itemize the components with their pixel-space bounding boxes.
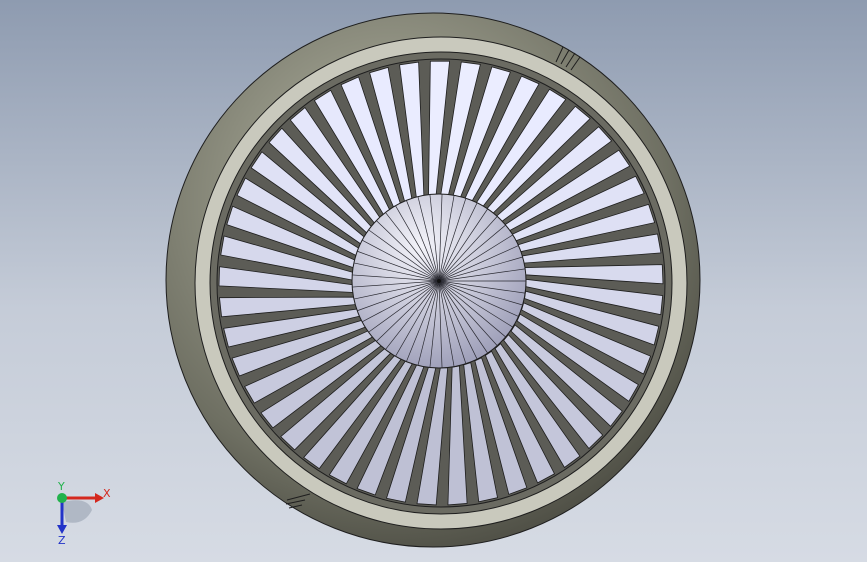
z-axis-arrowhead <box>57 525 67 534</box>
hub-center <box>437 279 441 283</box>
y-axis-dot <box>57 493 67 503</box>
y-axis-label: Y <box>57 480 65 493</box>
graphics-viewport[interactable]: X Y Z <box>0 0 867 562</box>
triad-shadow <box>62 500 92 523</box>
x-axis-label: X <box>103 487 111 500</box>
fan-model[interactable] <box>0 0 867 562</box>
z-axis-label: Z <box>58 534 66 547</box>
axis-triad: X Y Z <box>57 480 111 547</box>
